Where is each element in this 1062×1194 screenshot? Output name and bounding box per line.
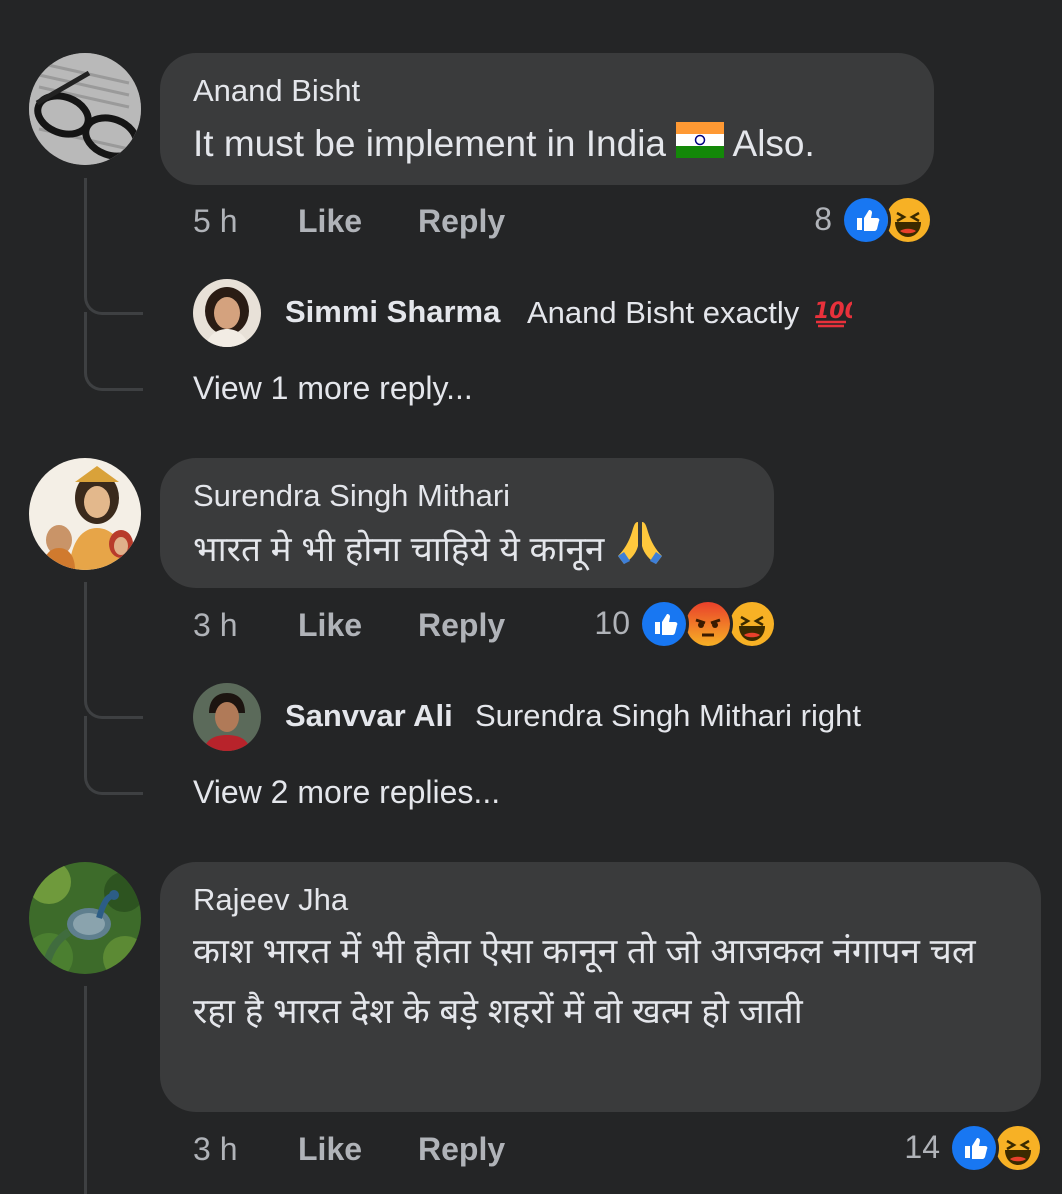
avatar[interactable]	[29, 862, 141, 974]
comment-time[interactable]: 3 h	[193, 607, 237, 644]
thread-connector	[84, 260, 143, 315]
like-button[interactable]: Like	[298, 203, 362, 240]
like-button[interactable]: Like	[298, 1131, 362, 1168]
comment-time[interactable]: 5 h	[193, 203, 237, 240]
thread-connector	[84, 664, 143, 719]
reply-text: Surendra Singh Mithari right	[475, 698, 861, 733]
comment-author[interactable]: Surendra Singh Mithari	[193, 478, 510, 514]
like-reaction-icon	[639, 599, 689, 649]
glasses-on-newspaper-avatar-icon	[29, 53, 141, 165]
reply-button[interactable]: Reply	[418, 607, 505, 644]
view-more-replies[interactable]: View 1 more reply...	[193, 370, 473, 407]
deity-painting-avatar-icon	[29, 458, 141, 570]
woman-portrait-avatar-icon	[193, 279, 261, 347]
haha-reaction-icon	[993, 1123, 1043, 1173]
comment-text: It must be implement in India Also.	[193, 116, 815, 174]
comment-text: काश भारत में भी हौता ऐसा कानून तो जो आजक…	[193, 932, 976, 1031]
comment-author[interactable]: Rajeev Jha	[193, 882, 348, 918]
view-more-replies[interactable]: View 2 more replies...	[193, 774, 500, 811]
reply-avatar[interactable]	[193, 279, 261, 347]
comment-time[interactable]: 3 h	[193, 1131, 237, 1168]
folded-hands-icon	[614, 520, 666, 583]
avatar[interactable]	[29, 53, 141, 165]
avatar[interactable]	[29, 458, 141, 570]
reply-button[interactable]: Reply	[418, 1131, 505, 1168]
reaction-count: 14	[904, 1129, 940, 1165]
like-reaction-icon	[949, 1123, 999, 1173]
india-flag-icon	[676, 118, 725, 174]
haha-reaction-icon	[727, 599, 777, 649]
reply-text: Anand Bisht exactly 100	[527, 294, 860, 336]
angry-reaction-icon	[683, 599, 733, 649]
comment-text: भारत मे भी होना चाहिये ये कानून	[193, 520, 666, 583]
svg-text:100: 100	[814, 299, 852, 324]
like-button[interactable]: Like	[298, 607, 362, 644]
thread-connector	[84, 312, 143, 391]
reply-button[interactable]: Reply	[418, 203, 505, 240]
hundred-points-icon: 100	[812, 294, 860, 336]
peacock-avatar-icon	[29, 862, 141, 974]
reaction-count: 8	[814, 201, 832, 237]
like-reaction-icon	[841, 195, 891, 245]
reply-author[interactable]: Simmi Sharma	[285, 294, 500, 330]
reply-avatar[interactable]	[193, 683, 261, 751]
reaction-count: 10	[594, 605, 630, 641]
reply-author[interactable]: Sanvvar Ali	[285, 698, 453, 734]
thread-connector	[84, 716, 143, 795]
thread-line	[84, 986, 87, 1194]
man-portrait-avatar-icon	[193, 683, 261, 751]
comment-author[interactable]: Anand Bisht	[193, 73, 360, 109]
